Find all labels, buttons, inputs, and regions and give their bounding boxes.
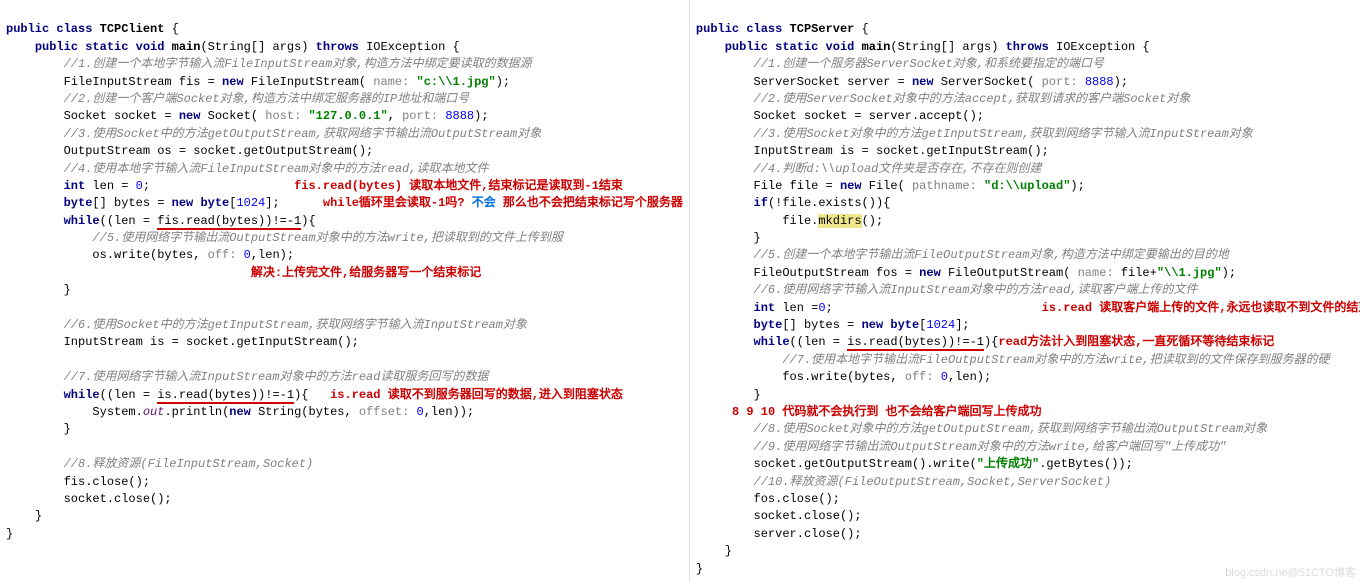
right-code-pane: public class TCPServer { public static v… bbox=[690, 0, 1360, 582]
watermark: blog.csdn.ne@51CTO博客 bbox=[1225, 564, 1356, 580]
annotation: fis.read(bytes) 读取本地文件,结束标记是读取到-1结束 bbox=[294, 179, 623, 193]
comment: //1.创建一个本地字节输入流FileInputStream对象,构造方法中绑定… bbox=[64, 57, 532, 71]
kw: public class bbox=[6, 22, 100, 36]
class-name: TCPClient bbox=[100, 22, 165, 36]
left-code-pane: public class TCPClient { public static v… bbox=[0, 0, 690, 582]
